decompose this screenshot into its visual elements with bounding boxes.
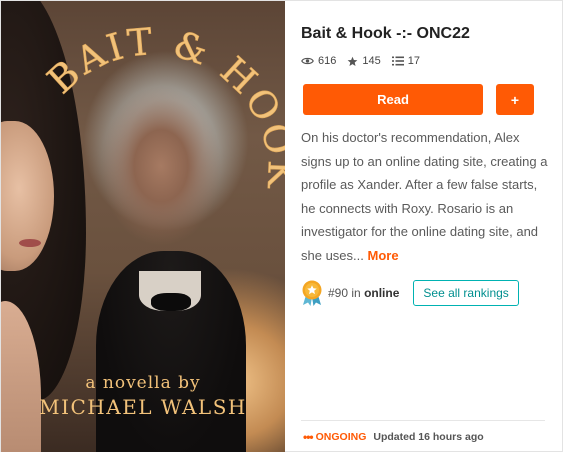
eye-icon — [301, 57, 314, 65]
read-button[interactable]: Read — [303, 84, 483, 115]
divider — [301, 420, 545, 421]
story-description-text: On his doctor's recommendation, Alex sig… — [301, 130, 548, 263]
rank-in-label: in — [351, 286, 361, 300]
rank-number: #90 — [328, 286, 349, 300]
story-card: BAIT & HOOK a novella by MICHAEL WALSH B… — [0, 0, 563, 452]
votes-count: 145 — [362, 55, 381, 67]
story-title[interactable]: Bait & Hook -:- ONC22 — [301, 25, 470, 43]
story-description: On his doctor's recommendation, Alex sig… — [301, 126, 553, 268]
reads-count: 616 — [318, 55, 337, 67]
reads-stat: 616 — [301, 55, 336, 67]
rank-tag: online — [364, 286, 400, 300]
cover-title-text: BAIT & HOOK — [39, 20, 285, 192]
ongoing-dots-icon: ••• — [303, 430, 314, 444]
cover-author: MICHAEL WALSH — [39, 395, 247, 419]
more-link[interactable]: More — [368, 248, 399, 263]
story-stats: 616 145 17 — [301, 55, 431, 67]
see-all-rankings-button[interactable]: See all rankings — [413, 280, 519, 306]
ranking-row: #90 in online See all rankings — [301, 280, 519, 306]
medal-icon — [302, 280, 322, 306]
votes-stat: 145 — [347, 55, 381, 67]
updated-timestamp: Updated 16 hours ago — [373, 431, 484, 443]
list-icon — [391, 56, 404, 66]
story-details: Bait & Hook -:- ONC22 616 145 17 Read + … — [301, 1, 551, 452]
svg-text:BAIT & HOOK: BAIT & HOOK — [39, 20, 285, 192]
cover-title: BAIT & HOOK — [39, 20, 285, 192]
cover-byline: a novella by — [85, 373, 201, 393]
add-to-library-button[interactable]: + — [496, 84, 534, 115]
star-icon — [348, 56, 358, 66]
parts-stat: 17 — [391, 55, 420, 67]
story-status: ••• ONGOING Updated 16 hours ago — [303, 430, 484, 444]
rank-text: #90 in online — [328, 286, 399, 300]
ongoing-badge: ONGOING — [315, 431, 367, 443]
book-cover[interactable]: BAIT & HOOK a novella by MICHAEL WALSH — [1, 1, 285, 452]
parts-count: 17 — [407, 55, 420, 67]
